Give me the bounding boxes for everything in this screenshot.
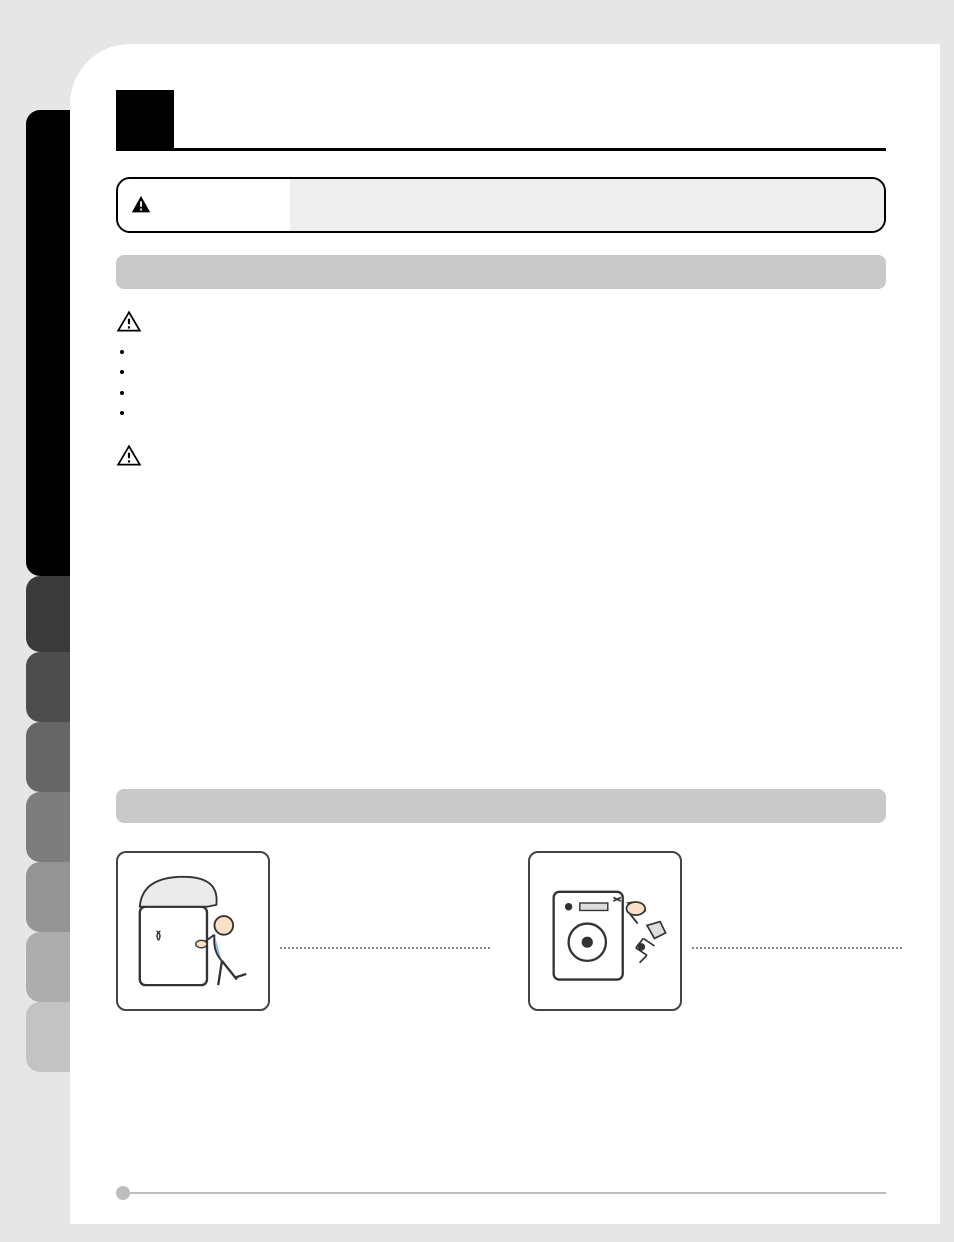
illustration-2 xyxy=(528,851,682,1011)
bullet-item xyxy=(134,341,886,361)
illustration-row xyxy=(116,851,886,1017)
tab-7[interactable] xyxy=(26,932,70,1002)
tab-2[interactable] xyxy=(26,576,70,652)
header-square-icon xyxy=(116,90,174,148)
footer-line xyxy=(130,1192,886,1194)
bullet-item xyxy=(134,382,886,402)
subsection-bar-1 xyxy=(116,255,886,289)
warning-triangle-solid-icon xyxy=(130,194,152,216)
subsection-bar-2 xyxy=(116,789,886,823)
warning-triangle-outline-icon xyxy=(116,443,142,469)
header-title xyxy=(174,90,886,148)
footer-rule xyxy=(116,1186,886,1200)
footer-dot-icon xyxy=(116,1186,130,1200)
illustration-block-2 xyxy=(528,851,902,1011)
tab-3[interactable] xyxy=(26,652,70,722)
warning-description xyxy=(290,179,884,231)
tab-4[interactable] xyxy=(26,722,70,792)
illustration-1 xyxy=(116,851,270,1011)
dotted-leader xyxy=(692,946,902,949)
content-area xyxy=(116,90,886,1017)
tab-1[interactable] xyxy=(26,110,70,576)
bullet-list xyxy=(134,341,886,423)
bullet-item xyxy=(134,402,886,422)
warning-callout xyxy=(116,177,886,233)
section-header xyxy=(116,90,886,151)
illustration-block-1 xyxy=(116,851,490,1011)
warning-block-1 xyxy=(116,309,886,423)
dotted-leader xyxy=(280,946,490,949)
side-tabs xyxy=(26,110,70,1072)
tab-6[interactable] xyxy=(26,862,70,932)
warning-left xyxy=(118,179,290,231)
warning-triangle-outline-icon xyxy=(116,309,142,335)
bullet-item xyxy=(134,361,886,381)
tab-5[interactable] xyxy=(26,792,70,862)
warning-block-2 xyxy=(116,443,886,469)
tab-8[interactable] xyxy=(26,1002,70,1072)
